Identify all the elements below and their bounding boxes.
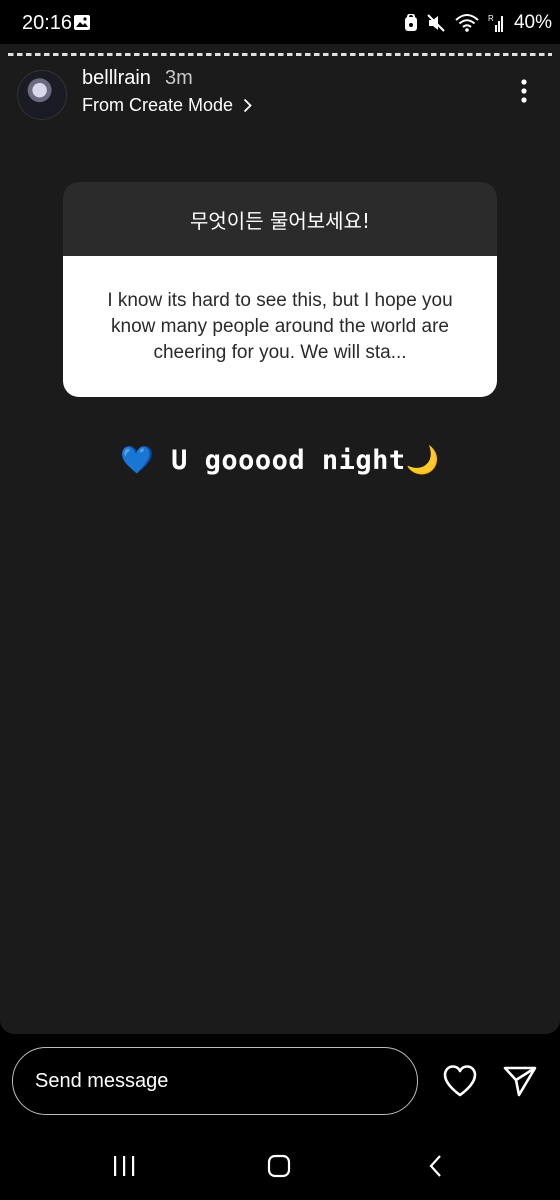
- recents-icon[interactable]: [112, 1155, 136, 1177]
- more-icon[interactable]: [514, 78, 534, 104]
- question-prompt: 무엇이든 물어보세요!: [63, 182, 497, 256]
- avatar[interactable]: [17, 70, 67, 120]
- battery-level: 40%: [513, 12, 552, 33]
- gallery-icon: [74, 15, 90, 30]
- story-caption: 💙 U gooood night🌙: [120, 445, 440, 476]
- create-mode-label: From Create Mode: [82, 95, 234, 115]
- send-message-placeholder: Send message: [35, 1069, 169, 1092]
- story-view[interactable]: belllrain 3m From Create Mode 무엇이든 물어보세요…: [0, 44, 560, 1034]
- status-icons: R 40%: [404, 10, 552, 36]
- status-time: 20:16: [22, 12, 73, 34]
- lock-icon: [404, 14, 418, 32]
- story-progress-bar: [8, 53, 552, 56]
- home-icon[interactable]: [267, 1154, 291, 1178]
- story-username[interactable]: belllrain: [82, 67, 151, 90]
- chevron-right-icon: [243, 98, 252, 113]
- back-icon[interactable]: [428, 1154, 444, 1178]
- story-time-ago: 3m: [165, 67, 193, 89]
- send-message-input[interactable]: Send message: [12, 1047, 418, 1115]
- system-nav-bar: [0, 1135, 560, 1200]
- send-icon[interactable]: [502, 1064, 538, 1098]
- signal-icon: R: [488, 13, 504, 33]
- mute-icon: [426, 13, 446, 33]
- question-sticker[interactable]: 무엇이든 물어보세요! I know its hard to see this,…: [63, 182, 497, 397]
- status-bar: 20:16 R 40%: [0, 0, 560, 44]
- question-answer: I know its hard to see this, but I hope …: [63, 256, 497, 397]
- svg-text:R: R: [488, 14, 494, 23]
- create-mode-link[interactable]: From Create Mode: [82, 95, 252, 116]
- wifi-icon: [454, 13, 480, 33]
- heart-icon[interactable]: [442, 1064, 478, 1098]
